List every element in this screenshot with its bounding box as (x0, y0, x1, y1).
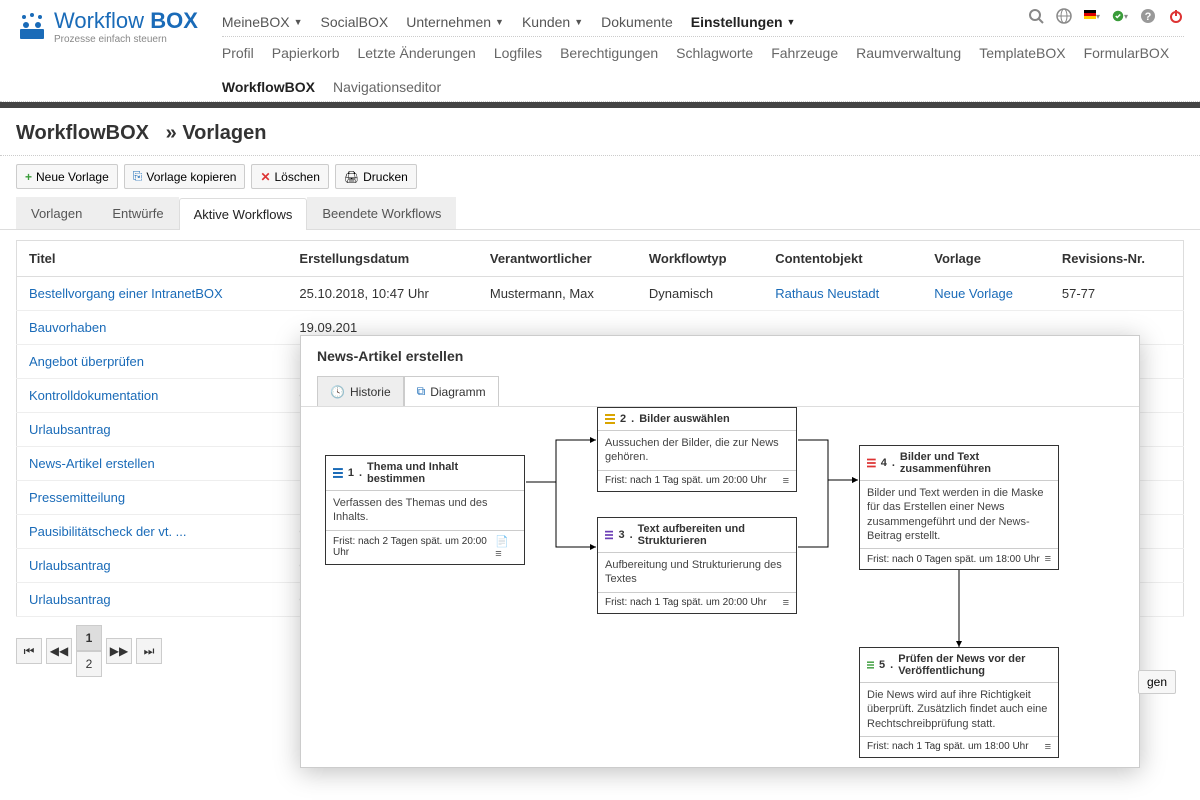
page-title: WorkflowBOX (16, 122, 149, 144)
new-template-button[interactable]: +Neue Vorlage (16, 164, 118, 189)
workflow-card-5[interactable]: 5.Prüfen der News vor der Veröffentlichu… (859, 647, 1059, 758)
card-menu-icon[interactable]: 📄 ≡ (495, 535, 517, 560)
card-menu-icon[interactable]: ≡ (1045, 741, 1051, 753)
subnav-papierkorb[interactable]: Papierkorb (272, 45, 340, 61)
brand-tagline: Prozesse einfach steuern (54, 34, 198, 45)
tab-aktive-workflows[interactable]: Aktive Workflows (179, 198, 308, 230)
nav-socialbox[interactable]: SocialBOX (321, 14, 389, 30)
col-header[interactable]: Contentobjekt (763, 241, 922, 277)
col-header[interactable]: Verantwortlicher (478, 241, 637, 277)
help-icon[interactable]: ? (1140, 8, 1156, 24)
pager-prev[interactable]: ◀◀ (46, 638, 72, 664)
subnav-formularbox[interactable]: FormularBOX (1084, 45, 1170, 61)
workflow-card-3[interactable]: 3.Text aufbereiten und Strukturieren Auf… (597, 517, 797, 614)
col-header[interactable]: Vorlage (922, 241, 1050, 277)
subnav-berechtigungen[interactable]: Berechtigungen (560, 45, 658, 61)
subnav-letzte änderungen[interactable]: Letzte Änderungen (357, 45, 475, 61)
tab-entwürfe[interactable]: Entwürfe (97, 197, 178, 229)
flag-de-icon[interactable]: ▾ (1084, 8, 1100, 24)
pager-first[interactable]: ⏮ (16, 638, 42, 664)
col-header[interactable]: Workflowtyp (637, 241, 763, 277)
nav-unternehmen[interactable]: Unternehmen▼ (406, 14, 504, 30)
workflow-card-1[interactable]: 1.Thema und Inhalt bestimmen Verfassen d… (325, 455, 525, 565)
globe-icon[interactable] (1056, 8, 1072, 24)
pager-page[interactable]: 1 (76, 625, 102, 651)
col-header[interactable]: Titel (17, 241, 288, 277)
subnav-raumverwaltung[interactable]: Raumverwaltung (856, 45, 961, 61)
table-row[interactable]: Bestellvorgang einer IntranetBOX25.10.20… (17, 277, 1184, 311)
col-header[interactable]: Erstellungsdatum (287, 241, 477, 277)
brand-name: Workflow (54, 8, 144, 33)
card-menu-icon[interactable]: ≡ (783, 597, 789, 609)
overlay-tab-diagramm[interactable]: ⧉ Diagramm (404, 376, 499, 406)
workflow-diagram-panel: News-Artikel erstellen 🕓 Historie⧉ Diagr… (300, 335, 1140, 768)
print-button[interactable]: 🖨Drucken (335, 164, 417, 189)
subnav-fahrzeuge[interactable]: Fahrzeuge (771, 45, 838, 61)
nav-kunden[interactable]: Kunden▼ (522, 14, 583, 30)
status-ok-icon[interactable]: ▾ (1112, 8, 1128, 24)
nav-dokumente[interactable]: Dokumente (601, 14, 673, 30)
subnav-workflowbox[interactable]: WorkflowBOX (222, 79, 315, 95)
overlay-tab-historie[interactable]: 🕓 Historie (317, 376, 404, 406)
card-menu-icon[interactable]: ≡ (783, 475, 789, 487)
brand-bold: BOX (150, 8, 198, 33)
sitemap-icon: ⧉ (417, 384, 426, 399)
workflow-card-4[interactable]: 4.Bilder und Text zusammenführen Bilder … (859, 445, 1059, 570)
power-icon[interactable] (1168, 8, 1184, 24)
delete-button[interactable]: ✕Löschen (251, 164, 328, 189)
nav-meinebox[interactable]: MeineBOX▼ (222, 14, 303, 30)
brand-logo[interactable]: Workflow BOX Prozesse einfach steuern (16, 8, 198, 53)
copy-template-button[interactable]: ⎘Vorlage kopieren (124, 164, 246, 189)
subnav-templatebox[interactable]: TemplateBOX (979, 45, 1065, 61)
clock-icon: 🕓 (330, 385, 345, 399)
overlay-title: News-Artikel erstellen (301, 336, 1139, 376)
nav-einstellungen[interactable]: Einstellungen▼ (691, 14, 796, 30)
tab-vorlagen[interactable]: Vorlagen (16, 197, 97, 229)
page-subtitle: » Vorlagen (166, 122, 267, 144)
subnav-profil[interactable]: Profil (222, 45, 254, 61)
col-header[interactable]: Revisions-Nr. (1050, 241, 1184, 277)
pager-next[interactable]: ▶▶ (106, 638, 132, 664)
svg-text:?: ? (1145, 11, 1152, 23)
subnav-navigationseditor[interactable]: Navigationseditor (333, 79, 441, 95)
subnav-schlagworte[interactable]: Schlagworte (676, 45, 753, 61)
truncated-button[interactable]: gen (1138, 670, 1176, 694)
pager-page[interactable]: 2 (76, 651, 102, 677)
search-icon[interactable] (1028, 8, 1044, 24)
subnav-logfiles[interactable]: Logfiles (494, 45, 542, 61)
workflow-card-2[interactable]: 2.Bilder auswählen Aussuchen der Bilder,… (597, 407, 797, 492)
tab-beendete-workflows[interactable]: Beendete Workflows (307, 197, 456, 229)
card-menu-icon[interactable]: ≡ (1045, 553, 1051, 565)
pager-last[interactable]: ⏭ (136, 638, 162, 664)
